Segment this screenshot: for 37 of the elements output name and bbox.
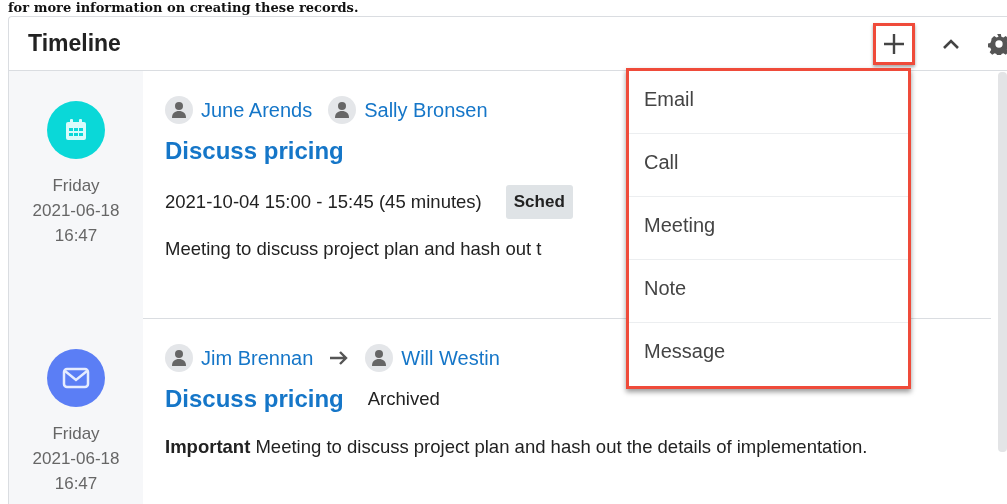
avatar-icon <box>165 96 193 124</box>
entry-date: 2021-06-18 <box>31 448 121 470</box>
entry-title-link[interactable]: Discuss pricing <box>165 133 344 169</box>
menu-item[interactable]: Email <box>629 71 908 134</box>
avatar-icon <box>328 96 357 124</box>
arrow-icon <box>329 350 350 366</box>
entry-date: 2021-06-18 <box>31 200 121 222</box>
settings-button[interactable] <box>987 31 1007 56</box>
panel-title: Timeline <box>28 29 121 59</box>
participant-link[interactable]: Jim Brennan <box>201 343 314 373</box>
participant-link[interactable]: Will Westin <box>401 343 500 373</box>
settings-icon <box>988 32 1007 55</box>
plus-icon <box>882 31 906 56</box>
menu-item[interactable]: Meeting <box>629 197 908 260</box>
menu-item[interactable]: Note <box>629 260 908 323</box>
participant-link[interactable]: Sally Bronsen <box>364 95 488 125</box>
entry-description: Meeting to discuss project plan and hash out t <box>165 236 543 261</box>
avatar-icon <box>165 344 193 372</box>
entry-status: Archived <box>367 387 440 412</box>
status-badge: Sched <box>505 185 573 219</box>
entry-time-range: 2021-10-04 15:00 - 15:45 (45 minutes) <box>165 189 482 214</box>
entry-title-link[interactable]: Discuss pricing <box>165 381 344 417</box>
menu-item[interactable]: Call <box>629 134 908 197</box>
entry-day: Friday <box>9 421 143 446</box>
participant-link[interactable]: June Arends <box>201 95 313 125</box>
add-button[interactable] <box>873 22 915 65</box>
menu-item[interactable]: Message <box>629 323 908 386</box>
envelope-icon <box>47 349 105 407</box>
intro-text: for more information on creating these records. <box>7 0 360 16</box>
entry-day: Friday <box>9 173 143 198</box>
entry-time: 16:47 <box>53 473 99 495</box>
chevron-up-icon <box>942 37 960 50</box>
calendar-icon <box>47 101 105 159</box>
entry-time: 16:47 <box>53 225 99 247</box>
scrollbar[interactable] <box>998 72 1007 452</box>
entry-description: Important Meeting to discuss project plan and hash out the details of implementation. <box>165 435 869 459</box>
avatar-icon <box>365 344 394 372</box>
